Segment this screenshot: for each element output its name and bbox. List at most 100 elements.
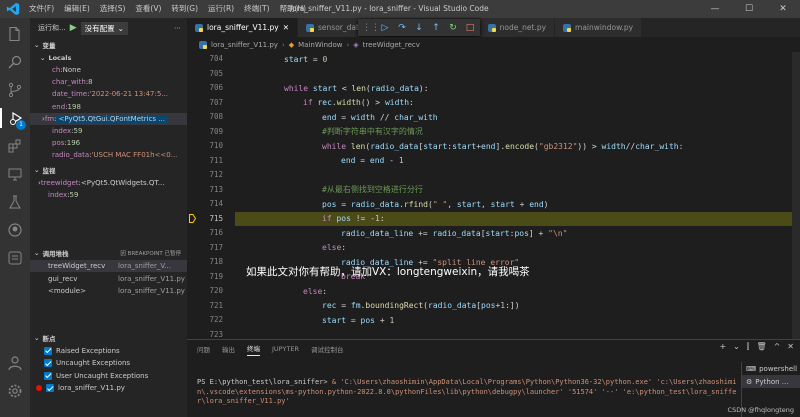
variable-name: pos xyxy=(52,139,65,148)
breakpoint-item[interactable]: User Uncaught Exceptions xyxy=(30,369,187,382)
step-into-icon[interactable]: ↓ xyxy=(413,23,425,33)
start-debug-icon[interactable]: ▶ xyxy=(70,23,77,33)
breakpoint-checkbox[interactable] xyxy=(44,359,52,368)
breakpoint-checkbox[interactable] xyxy=(44,346,52,355)
watch-row[interactable]: › treewidget: <PyQt5.QtWidgets.QT... xyxy=(30,177,187,189)
step-over-icon[interactable]: ↷ xyxy=(396,23,408,33)
variable-row[interactable]: › fm: <PyQt5.QtGui.QFontMetrics ... xyxy=(30,112,187,125)
maximize-button[interactable]: ☐ xyxy=(732,0,766,18)
breakpoint-checkbox[interactable] xyxy=(46,384,54,393)
editor-tabs: lora_sniffer_V11.py ✕ sensor_data... nod… xyxy=(187,18,800,37)
terminal-output[interactable]: PS E:\python_test\lora_sniffer> & 'C:\Us… xyxy=(197,378,737,407)
variable-row[interactable]: date_time: '2022-06-21 13:47:5... xyxy=(30,88,187,100)
split-terminal-icon[interactable]: ⫿ xyxy=(747,342,750,352)
editor-scrollbar[interactable] xyxy=(792,52,800,339)
callstack-section-header[interactable]: ⌄ 调用堆栈 因 BREAKPOINT 已暂停 xyxy=(30,247,187,260)
search-icon[interactable] xyxy=(5,52,25,72)
stop-icon[interactable]: □ xyxy=(464,23,476,33)
restart-icon[interactable]: ↻ xyxy=(447,23,459,33)
minimize-button[interactable]: — xyxy=(698,0,732,18)
close-panel-icon[interactable]: ✕ xyxy=(787,342,794,352)
callstack-frame[interactable]: treeWidget_recv lora_sniffer_V... xyxy=(30,259,187,273)
variable-row[interactable]: radio_data: 'USCH MAC FF01h<<0... xyxy=(30,149,187,161)
tab-lora-sniffer[interactable]: lora_sniffer_V11.py ✕ xyxy=(187,18,299,37)
new-terminal-icon[interactable]: + xyxy=(719,342,726,352)
menu-run[interactable]: 运行(R) xyxy=(203,0,239,18)
breakpoint-item[interactable]: Uncaught Exceptions xyxy=(30,357,187,370)
frame-function: gui_recv xyxy=(48,274,78,283)
terminal-item-powershell[interactable]: ⌨ powershell xyxy=(742,362,800,375)
callstack-frame[interactable]: gui_recv lora_sniffer_V11.py xyxy=(30,272,187,285)
variable-row[interactable]: pos: 196 xyxy=(30,137,187,149)
breadcrumb-class[interactable]: MainWindow xyxy=(298,41,342,49)
callstack-frame[interactable]: <module> lora_sniffer_V11.py xyxy=(30,285,187,298)
trash-icon[interactable]: 🗑 xyxy=(756,342,766,352)
menu-view[interactable]: 查看(V) xyxy=(130,0,166,18)
jupyter-icon[interactable] xyxy=(5,248,25,268)
variable-row[interactable]: ch: None xyxy=(30,64,187,76)
variables-section-header[interactable]: ⌄ 变量 xyxy=(30,38,187,51)
variable-row[interactable]: char_with: 8 xyxy=(30,76,187,88)
code-line: #从最右侧找到空格进行分行 xyxy=(322,185,423,195)
tab-output[interactable]: 输出 xyxy=(222,344,235,354)
menu-terminal[interactable]: 终端(T) xyxy=(239,0,274,18)
launch-config-select[interactable]: 没有配置 ⌄ xyxy=(80,21,128,35)
panel-tabs: 问题 输出 终端 JUPYTER 调试控制台 xyxy=(187,340,800,358)
frame-function: treeWidget_recv xyxy=(48,262,106,271)
source-control-icon[interactable] xyxy=(5,80,25,100)
breakpoints-section-header[interactable]: ⌄ 断点 xyxy=(30,331,187,344)
chevron-right-icon: › xyxy=(281,40,285,49)
watch-row[interactable]: index: 59 xyxy=(30,189,187,201)
menu-selection[interactable]: 选择(S) xyxy=(95,0,131,18)
testing-icon[interactable] xyxy=(5,192,25,212)
terminal-dropdown-icon[interactable]: ⌄ xyxy=(733,342,740,352)
breakpoint-checkbox[interactable] xyxy=(44,371,52,380)
explorer-icon[interactable] xyxy=(5,24,25,44)
breadcrumb-file[interactable]: lora_sniffer_V11.py xyxy=(211,41,278,49)
locals-scope[interactable]: ⌄ Locals xyxy=(30,51,187,64)
breadcrumb-method[interactable]: treeWidget_recv xyxy=(363,41,420,49)
launch-config-value: 没有配置 xyxy=(84,23,115,33)
menu-edit[interactable]: 编辑(E) xyxy=(59,0,95,18)
window-title: lora_sniffer_V11.py - lora_sniffer - Vis… xyxy=(290,4,489,13)
more-actions-icon[interactable]: ⋯ xyxy=(174,24,181,32)
bottom-panel: 问题 输出 终端 JUPYTER 调试控制台 + ⌄ ⫿ 🗑 ^ ✕ PS E:… xyxy=(187,339,800,417)
extensions-icon[interactable] xyxy=(5,136,25,156)
chevron-down-icon: ⌄ xyxy=(34,333,40,342)
code-line: end = end - 1 xyxy=(341,156,404,166)
remote-explorer-icon[interactable] xyxy=(5,164,25,184)
continue-icon[interactable]: ▷ xyxy=(379,23,391,33)
breakpoint-item[interactable]: lora_sniffer_V11.py xyxy=(30,382,187,395)
breakpoints-list: Raised Exceptions Uncaught Exceptions User… xyxy=(30,344,187,394)
github-icon[interactable] xyxy=(5,220,25,240)
code-editor[interactable]: 704 705 706 707 708 709 710 711 712 713 714 715 716 7… xyxy=(187,52,800,339)
maximize-panel-icon[interactable]: ^ xyxy=(774,342,781,352)
variable-row[interactable]: end: 198 xyxy=(30,101,187,113)
tab-terminal[interactable]: 终端 xyxy=(247,343,260,356)
menu-go[interactable]: 转到(G) xyxy=(166,0,203,18)
watch-section-header[interactable]: ⌄ 监视 xyxy=(30,164,187,177)
run-debug-icon[interactable]: 1 xyxy=(0,108,30,130)
tab-jupyter[interactable]: JUPYTER xyxy=(272,345,299,353)
variable-row[interactable]: index: 59 xyxy=(30,125,187,137)
menu-file[interactable]: 文件(F) xyxy=(24,0,59,18)
line-number: 705 xyxy=(209,68,223,78)
close-icon[interactable]: ✕ xyxy=(283,23,289,32)
tab-debug-console[interactable]: 调试控制台 xyxy=(311,344,344,354)
code-line: radio_data_line += radio_data[start:pos]… xyxy=(341,228,568,238)
step-out-icon[interactable]: ↑ xyxy=(430,23,442,33)
method-icon: ◈ xyxy=(353,40,359,49)
settings-gear-icon[interactable] xyxy=(5,381,25,401)
tab-node-net[interactable]: node_net.py xyxy=(479,18,556,37)
close-button[interactable]: ✕ xyxy=(766,0,800,18)
python-file-icon xyxy=(199,40,207,49)
variable-name: radio_data xyxy=(52,151,90,160)
drag-handle-icon[interactable]: ⋮⋮ xyxy=(362,23,380,33)
tab-mainwindow[interactable]: mainwindow.py xyxy=(555,18,643,37)
python-file-icon xyxy=(195,23,203,32)
terminal-item-python[interactable]: ⚙ Python ... xyxy=(742,375,800,388)
variables-title: 变量 xyxy=(42,41,56,50)
breakpoint-item[interactable]: Raised Exceptions xyxy=(30,344,187,357)
account-icon[interactable] xyxy=(5,353,25,373)
tab-problems[interactable]: 问题 xyxy=(197,344,210,354)
